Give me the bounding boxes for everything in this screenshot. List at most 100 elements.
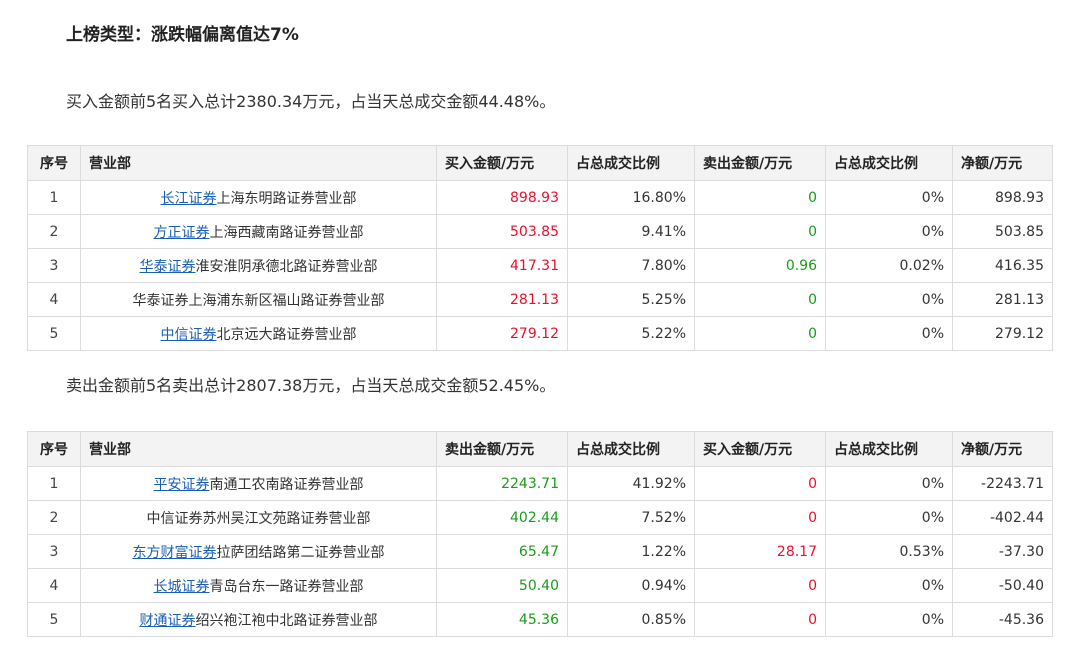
branch-cell: 华泰证券淮安淮阴承德北路证券营业部: [80, 248, 437, 283]
buy-amount-cell: 28.17: [694, 534, 826, 569]
buy-ratio-cell: 0.53%: [825, 534, 953, 569]
buy-amount-cell: 0: [694, 466, 826, 501]
buy-ratio-cell: 5.25%: [567, 282, 695, 317]
table-row: 4 长城证券青岛台东一路证券营业部 50.40 0.94% 0 0% -50.40: [27, 568, 1053, 603]
sell-amount-cell: 402.44: [436, 500, 568, 535]
branch-name: 绍兴袍江袍中北路证券营业部: [195, 612, 378, 629]
buy-ratio-cell: 9.41%: [567, 214, 695, 249]
net-amount-cell: 898.93: [952, 180, 1053, 215]
buy-amount-cell: 898.93: [436, 180, 568, 215]
net-amount-cell: 503.85: [952, 214, 1053, 249]
row-index: 1: [27, 180, 81, 215]
header-branch: 营业部: [80, 145, 437, 181]
net-amount-cell: -37.30: [952, 534, 1053, 569]
broker-link[interactable]: 华泰证券: [140, 259, 196, 275]
broker-link[interactable]: 长江证券: [161, 191, 217, 207]
header-branch: 营业部: [80, 431, 437, 467]
buy-summary: 买入金额前5名买入总计2380.34万元，占当天总成交金额44.48%。: [66, 92, 556, 111]
header-index: 序号: [27, 431, 81, 467]
table-row: 4 华泰证券上海浦东新区福山路证券营业部 281.13 5.25% 0 0% 281.13: [27, 282, 1053, 317]
branch-cell: 东方财富证券拉萨团结路第二证券营业部: [80, 534, 437, 569]
net-amount-cell: 416.35: [952, 248, 1053, 283]
sell-ratio-cell: 0%: [825, 214, 953, 249]
branch-cell: 方正证券上海西藏南路证券营业部: [80, 214, 437, 249]
row-index: 4: [27, 568, 81, 603]
header-index: 序号: [27, 145, 81, 181]
sell-amount-cell: 0: [694, 282, 826, 317]
broker-link[interactable]: 财通证券: [140, 613, 196, 629]
buy-ratio-cell: 0%: [825, 568, 953, 603]
table-row: 3 东方财富证券拉萨团结路第二证券营业部 65.47 1.22% 28.17 0.53% -…: [27, 534, 1053, 569]
broker-link[interactable]: 中信证券: [161, 327, 217, 343]
branch-name: 北京远大路证券营业部: [216, 326, 357, 343]
buy-amount-cell: 0: [694, 500, 826, 535]
branch-name: 中信证券苏州吴江文苑路证券营业部: [146, 510, 371, 527]
net-amount-cell: -50.40: [952, 568, 1053, 603]
sell-amount-cell: 2243.71: [436, 466, 568, 501]
row-index: 3: [27, 248, 81, 283]
buy-amount-cell: 281.13: [436, 282, 568, 317]
table-row: 5 财通证券绍兴袍江袍中北路证券营业部 45.36 0.85% 0 0% -45.36: [27, 602, 1053, 637]
sell-amount-cell: 0: [694, 316, 826, 351]
buy-amount-cell: 0: [694, 568, 826, 603]
buy-ratio-cell: 7.80%: [567, 248, 695, 283]
row-index: 1: [27, 466, 81, 501]
sell-ratio-cell: 0%: [825, 316, 953, 351]
sell-ratio-cell: 1.22%: [567, 534, 695, 569]
buy-ratio-cell: 0%: [825, 500, 953, 535]
sell-ratio-cell: 0.94%: [567, 568, 695, 603]
table-row: 2 方正证券上海西藏南路证券营业部 503.85 9.41% 0 0% 503.85: [27, 214, 1053, 249]
buy-ratio-cell: 0%: [825, 466, 953, 501]
branch-name: 拉萨团结路第二证券营业部: [216, 544, 385, 561]
sell-top5-table: 序号 营业部 卖出金额/万元 占总成交比例 买入金额/万元 占总成交比例 净额/…: [27, 431, 1053, 637]
branch-name: 淮安淮阴承德北路证券营业部: [195, 258, 378, 275]
branch-cell: 平安证券南通工农南路证券营业部: [80, 466, 437, 501]
broker-link[interactable]: 长城证券: [154, 579, 210, 595]
table-header-row: 序号 营业部 买入金额/万元 占总成交比例 卖出金额/万元 占总成交比例 净额/…: [27, 145, 1053, 181]
table-row: 1 平安证券南通工农南路证券营业部 2243.71 41.92% 0 0% -2243.71: [27, 466, 1053, 501]
header-net: 净额/万元: [952, 145, 1053, 181]
sell-ratio-cell: 41.92%: [567, 466, 695, 501]
sell-amount-cell: 50.40: [436, 568, 568, 603]
broker-link[interactable]: 东方财富证券: [133, 545, 217, 561]
sell-amount-cell: 45.36: [436, 602, 568, 637]
branch-cell: 长江证券上海东明路证券营业部: [80, 180, 437, 215]
branch-name: 青岛台东一路证券营业部: [209, 578, 364, 595]
branch-name: 上海东明路证券营业部: [216, 190, 357, 207]
row-index: 2: [27, 500, 81, 535]
buy-top5-table: 序号 营业部 买入金额/万元 占总成交比例 卖出金额/万元 占总成交比例 净额/…: [27, 145, 1053, 351]
table-row: 1 长江证券上海东明路证券营业部 898.93 16.80% 0 0% 898.93: [27, 180, 1053, 215]
branch-cell: 华泰证券上海浦东新区福山路证券营业部: [80, 282, 437, 317]
header-sell-ratio: 占总成交比例: [825, 145, 953, 181]
broker-link[interactable]: 平安证券: [154, 477, 210, 493]
sell-summary: 卖出金额前5名卖出总计2807.38万元，占当天总成交金额52.45%。: [66, 376, 556, 395]
header-buy-amount: 买入金额/万元: [436, 145, 568, 181]
buy-ratio-cell: 16.80%: [567, 180, 695, 215]
header-buy-amount: 买入金额/万元: [694, 431, 826, 467]
branch-name: 上海西藏南路证券营业部: [209, 224, 364, 241]
header-buy-ratio: 占总成交比例: [567, 145, 695, 181]
sell-amount-cell: 0.96: [694, 248, 826, 283]
sell-ratio-cell: 0.02%: [825, 248, 953, 283]
row-index: 3: [27, 534, 81, 569]
net-amount-cell: -45.36: [952, 602, 1053, 637]
row-index: 4: [27, 282, 81, 317]
buy-ratio-cell: 0%: [825, 602, 953, 637]
row-index: 5: [27, 316, 81, 351]
branch-cell: 财通证券绍兴袍江袍中北路证券营业部: [80, 602, 437, 637]
header-net: 净额/万元: [952, 431, 1053, 467]
buy-amount-cell: 503.85: [436, 214, 568, 249]
table-row: 3 华泰证券淮安淮阴承德北路证券营业部 417.31 7.80% 0.96 0.02% 41…: [27, 248, 1053, 283]
table-header-row: 序号 营业部 卖出金额/万元 占总成交比例 买入金额/万元 占总成交比例 净额/…: [27, 431, 1053, 467]
sell-amount-cell: 0: [694, 180, 826, 215]
buy-amount-cell: 417.31: [436, 248, 568, 283]
buy-ratio-cell: 5.22%: [567, 316, 695, 351]
buy-amount-cell: 279.12: [436, 316, 568, 351]
table-row: 2 中信证券苏州吴江文苑路证券营业部 402.44 7.52% 0 0% -402.44: [27, 500, 1053, 535]
buy-amount-cell: 0: [694, 602, 826, 637]
branch-name: 华泰证券上海浦东新区福山路证券营业部: [132, 292, 385, 309]
sell-ratio-cell: 0%: [825, 180, 953, 215]
broker-link[interactable]: 方正证券: [154, 225, 210, 241]
branch-cell: 中信证券苏州吴江文苑路证券营业部: [80, 500, 437, 535]
header-sell-amount: 卖出金额/万元: [436, 431, 568, 467]
